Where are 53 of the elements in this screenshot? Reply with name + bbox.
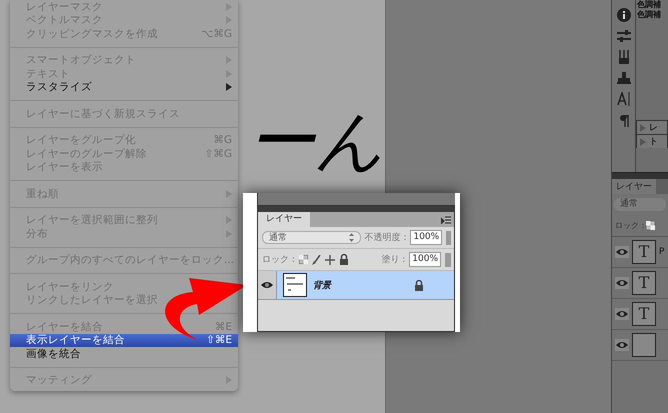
type-cursor-icon bbox=[616, 92, 630, 106]
menu-item[interactable]: 表示レイヤーを結合 ⇧⌘E bbox=[10, 334, 238, 347]
lock-label: ロック : bbox=[615, 220, 644, 231]
layers-tab[interactable]: レイヤー bbox=[258, 212, 310, 227]
stepper-icon bbox=[348, 233, 354, 242]
group-label: レ bbox=[649, 122, 658, 134]
opacity-field[interactable]: 100% bbox=[410, 230, 442, 245]
fill-field[interactable]: 100% bbox=[409, 252, 441, 267]
blend-mode-dropdown[interactable]: 通常 bbox=[614, 198, 666, 211]
eye-icon bbox=[615, 308, 629, 320]
group-label: ト bbox=[649, 136, 658, 148]
layer-thumbnail: T bbox=[632, 271, 656, 295]
layer-name: 背景 bbox=[313, 279, 333, 292]
panel-group[interactable]: ト bbox=[636, 134, 668, 148]
panel-menu-icon bbox=[441, 216, 451, 224]
brush-icon bbox=[312, 254, 321, 264]
panel-title-bar bbox=[612, 173, 668, 179]
layer-row[interactable]: 背景 bbox=[258, 271, 454, 300]
menu-item[interactable]: ラスタライズ bbox=[26, 80, 92, 94]
opacity-label: 不透明度 : bbox=[364, 232, 406, 244]
layer-row[interactable]: T P bbox=[612, 237, 668, 268]
lock-icon bbox=[338, 254, 349, 265]
sliders-icon bbox=[616, 30, 630, 42]
fill-stepper[interactable] bbox=[445, 252, 451, 266]
eye-icon bbox=[615, 339, 629, 351]
panel-label: 色調補 bbox=[636, 0, 662, 10]
opacity-stepper[interactable] bbox=[446, 230, 451, 244]
layer-row[interactable]: T bbox=[612, 268, 668, 299]
pilcrow-icon bbox=[618, 114, 628, 128]
layer-thumbnail bbox=[632, 333, 656, 357]
layers-tab[interactable]: レイヤー bbox=[612, 179, 656, 194]
eye-icon bbox=[615, 246, 629, 258]
checker-icon bbox=[646, 221, 656, 230]
brushes-icon bbox=[618, 50, 630, 64]
fill-label: 塗り : bbox=[381, 254, 406, 266]
layer-row[interactable] bbox=[612, 330, 668, 361]
eye-icon bbox=[615, 277, 629, 289]
shortcut-label: ⇧⌘E bbox=[206, 334, 232, 346]
stamp-icon bbox=[616, 72, 630, 84]
panel-group[interactable]: レ bbox=[636, 120, 668, 134]
layer-thumbnail: T bbox=[632, 302, 656, 326]
layer-thumbnail: T bbox=[632, 240, 656, 264]
panel-label: 色調補 bbox=[636, 10, 662, 20]
layer-row[interactable]: T bbox=[612, 299, 668, 330]
menu-item[interactable]: 画像を統合 bbox=[26, 346, 81, 361]
canvas-text: ーん bbox=[247, 108, 385, 176]
move-icon bbox=[324, 254, 335, 264]
lock-label: ロック : bbox=[262, 254, 295, 266]
info-icon bbox=[616, 8, 630, 22]
layer-name: P bbox=[659, 247, 664, 257]
blend-mode-dropdown[interactable]: 通常 bbox=[262, 231, 361, 244]
checker-icon bbox=[298, 255, 308, 264]
thumbnail-drawing bbox=[283, 273, 307, 297]
